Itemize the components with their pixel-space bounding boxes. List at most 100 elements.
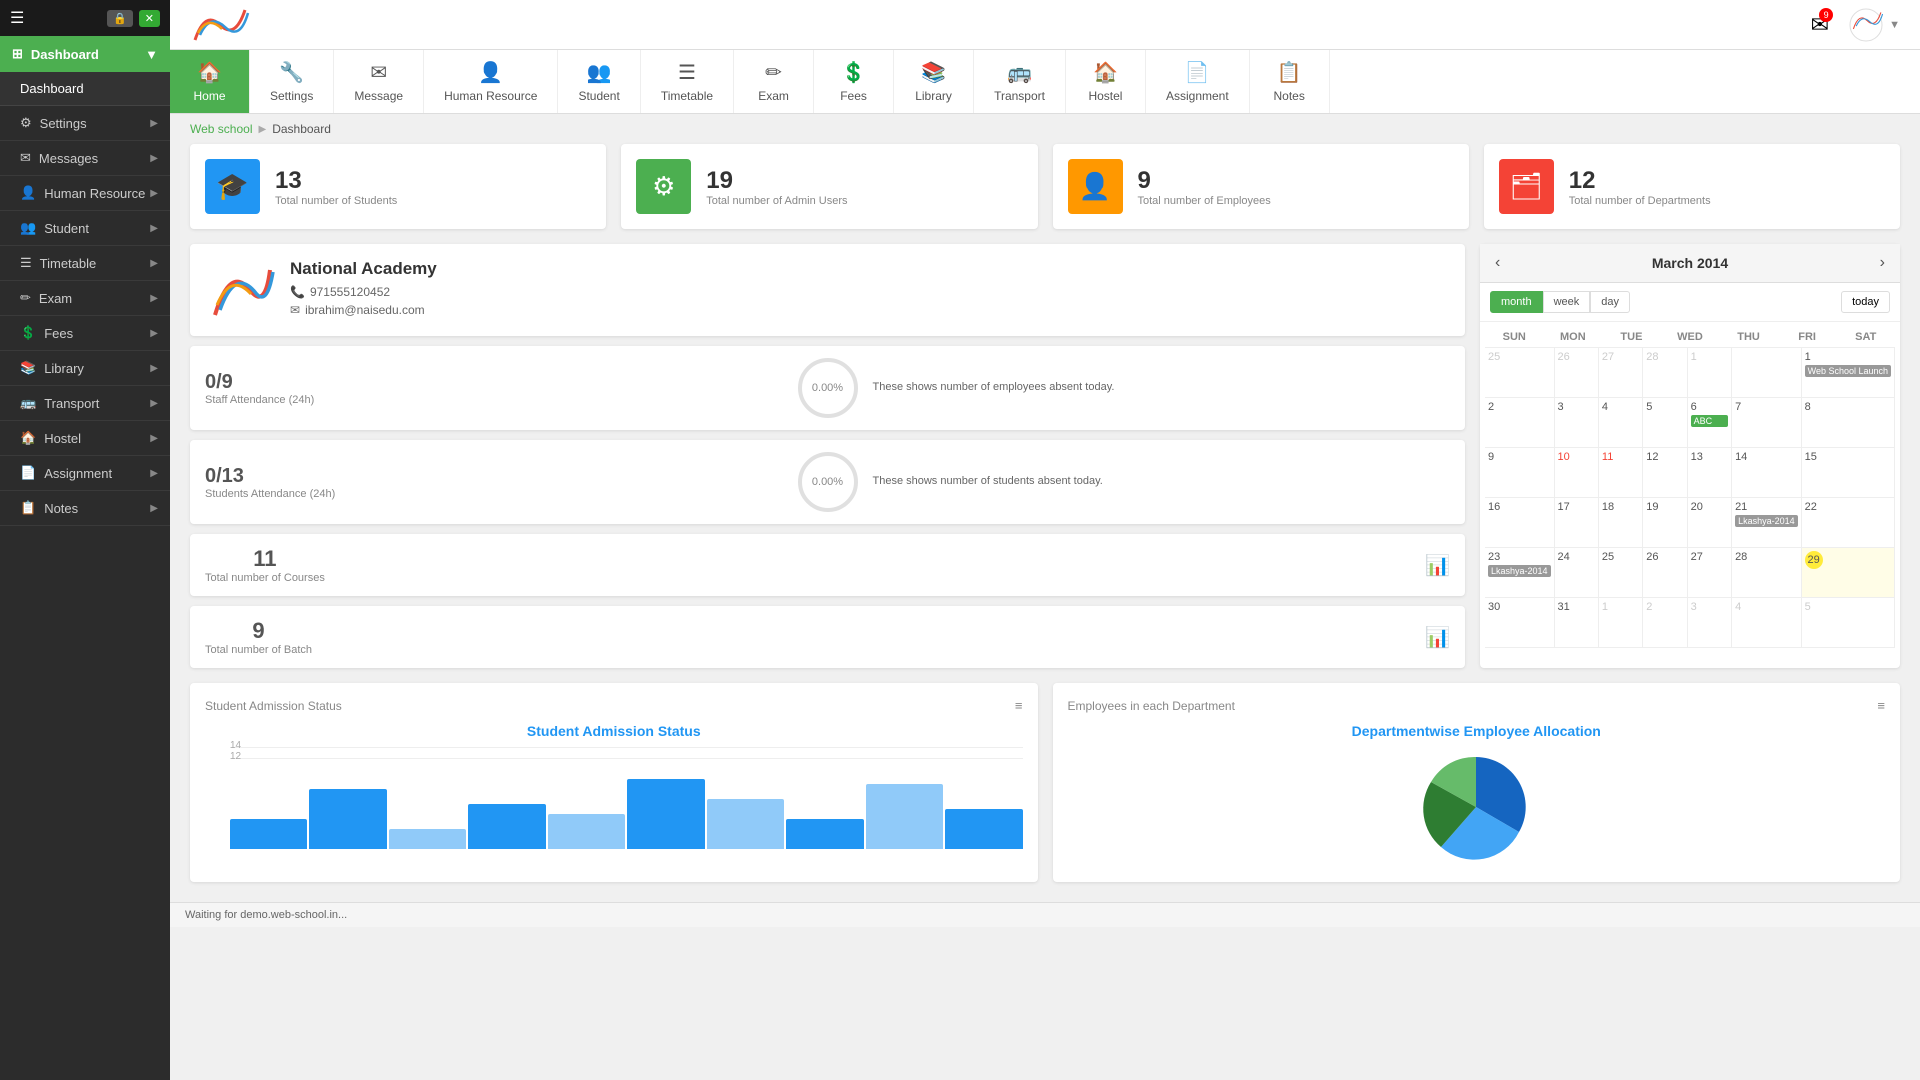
cal-day-mar1-1[interactable]: 1 [1688, 348, 1732, 398]
admission-menu-icon[interactable]: ≡ [1015, 698, 1023, 713]
sidebar-dashboard-section[interactable]: ⊞ Dashboard ▼ [0, 36, 170, 72]
cal-day-mar3[interactable]: 3 [1555, 398, 1599, 448]
cal-day-mar15[interactable]: 15 [1802, 448, 1895, 498]
sidebar-item-library[interactable]: 📚 Library ▶ [0, 351, 170, 386]
cal-day-mar8[interactable]: 8 [1802, 398, 1895, 448]
admin-icon-box: ⚙ [636, 159, 691, 214]
cal-day-mar28[interactable]: 28 [1732, 548, 1802, 598]
sidebar-item-assignment[interactable]: 📄 Assignment ▶ [0, 456, 170, 491]
notes-arrow: ▶ [150, 503, 158, 514]
sidebar-item-settings[interactable]: ⚙ Settings ▶ [0, 106, 170, 141]
cal-day-mar22[interactable]: 22 [1802, 498, 1895, 548]
batch-chart-icon[interactable]: 📊 [1425, 625, 1450, 650]
sidebar-exam-label: Exam [39, 291, 72, 306]
lock-icon[interactable]: 🔒 [107, 10, 133, 27]
sidebar-item-transport[interactable]: 🚌 Transport ▶ [0, 386, 170, 421]
breadcrumb-root[interactable]: Web school [190, 122, 252, 136]
user-avatar[interactable]: ▼ [1849, 8, 1900, 42]
sidebar-item-human-resource[interactable]: 👤 Human Resource ▶ [0, 176, 170, 211]
cal-day-apr3[interactable]: 3 [1688, 598, 1732, 648]
logo [190, 5, 250, 45]
cal-day-apr1[interactable]: 1 [1599, 598, 1643, 648]
cal-day-mar5[interactable]: 5 [1643, 398, 1687, 448]
tab-home[interactable]: 🏠 Home [170, 50, 250, 113]
tab-library[interactable]: 📚 Library [894, 50, 974, 113]
day-header-sat: SAT [1836, 331, 1895, 343]
hamburger-icon[interactable]: ☰ [10, 8, 24, 28]
sidebar-item-student[interactable]: 👥 Student ▶ [0, 211, 170, 246]
tab-settings[interactable]: 🔧 Settings [250, 50, 334, 113]
sidebar-item-notes[interactable]: 📋 Notes ▶ [0, 491, 170, 526]
cal-day-apr4[interactable]: 4 [1732, 598, 1802, 648]
cal-day-mar21[interactable]: 21Lkashya-2014 [1732, 498, 1802, 548]
close-icon[interactable]: ✕ [139, 10, 160, 27]
cal-month-button[interactable]: month [1490, 291, 1543, 313]
cal-day-mar16[interactable]: 16 [1485, 498, 1555, 548]
cal-day-empty1[interactable] [1732, 348, 1802, 398]
cal-day-mar20[interactable]: 20 [1688, 498, 1732, 548]
cal-today-button[interactable]: today [1841, 291, 1890, 313]
event-abc: ABC [1691, 415, 1728, 427]
tab-student[interactable]: 👥 Student [558, 50, 640, 113]
tab-transport[interactable]: 🚌 Transport [974, 50, 1066, 113]
fees-arrow: ▶ [150, 328, 158, 339]
cal-day-feb25[interactable]: 25 [1485, 348, 1555, 398]
cal-day-mar24[interactable]: 24 [1555, 548, 1599, 598]
cal-day-mar4[interactable]: 4 [1599, 398, 1643, 448]
cal-week-button[interactable]: week [1543, 291, 1591, 313]
cal-day-mar14[interactable]: 14 [1732, 448, 1802, 498]
cal-day-button[interactable]: day [1590, 291, 1630, 313]
tab-assignment[interactable]: 📄 Assignment [1146, 50, 1250, 113]
tab-human-resource[interactable]: 👤 Human Resource [424, 50, 558, 113]
settings-tab-icon: 🔧 [279, 60, 304, 85]
tab-notes[interactable]: 📋 Notes [1250, 50, 1330, 113]
employees-count: 9 [1138, 167, 1271, 195]
sidebar-item-messages[interactable]: ✉ Messages ▶ [0, 141, 170, 176]
notes-icon: 📋 [20, 500, 36, 516]
cal-next-button[interactable]: › [1880, 254, 1885, 272]
cal-day-mar7[interactable]: 7 [1732, 398, 1802, 448]
cal-day-mar26[interactable]: 26 [1643, 548, 1687, 598]
sidebar-hostel-label: Hostel [44, 431, 81, 446]
cal-prev-button[interactable]: ‹ [1495, 254, 1500, 272]
cal-day-apr2[interactable]: 2 [1643, 598, 1687, 648]
cal-day-mar30[interactable]: 30 [1485, 598, 1555, 648]
tab-exam[interactable]: ✏ Exam [734, 50, 814, 113]
cal-day-mar27[interactable]: 27 [1688, 548, 1732, 598]
tab-fees[interactable]: 💲 Fees [814, 50, 894, 113]
tab-timetable[interactable]: ☰ Timetable [641, 50, 734, 113]
cal-day-mar29[interactable]: 29 [1802, 548, 1895, 598]
sidebar-item-dashboard-active[interactable]: Dashboard [0, 72, 170, 106]
sidebar-item-exam[interactable]: ✏ Exam ▶ [0, 281, 170, 316]
cal-day-mar19[interactable]: 19 [1643, 498, 1687, 548]
tab-message[interactable]: ✉ Message [334, 50, 424, 113]
cal-day-mar31[interactable]: 31 [1555, 598, 1599, 648]
cal-day-apr5[interactable]: 5 [1802, 598, 1895, 648]
cal-day-mar10[interactable]: 10 [1555, 448, 1599, 498]
day-header-thu: THU [1719, 331, 1778, 343]
notification-icon[interactable]: ✉ 9 [1811, 12, 1829, 38]
cal-day-mar17[interactable]: 17 [1555, 498, 1599, 548]
sidebar-item-timetable[interactable]: ☰ Timetable ▶ [0, 246, 170, 281]
tab-hostel[interactable]: 🏠 Hostel [1066, 50, 1146, 113]
calendar-panel: ‹ March 2014 › month week day today SUN … [1480, 244, 1900, 668]
cal-day-mar25[interactable]: 25 [1599, 548, 1643, 598]
cal-day-mar13[interactable]: 13 [1688, 448, 1732, 498]
cal-day-mar2[interactable]: 2 [1485, 398, 1555, 448]
cal-day-mar12[interactable]: 12 [1643, 448, 1687, 498]
dept-menu-icon[interactable]: ≡ [1877, 698, 1885, 713]
cal-day-feb26[interactable]: 26 [1555, 348, 1599, 398]
cal-day-feb27[interactable]: 27 [1599, 348, 1643, 398]
sidebar-hr-label: Human Resource [44, 186, 145, 201]
sidebar-item-fees[interactable]: 💲 Fees ▶ [0, 316, 170, 351]
courses-chart-icon[interactable]: 📊 [1425, 553, 1450, 578]
cal-day-mar1-2[interactable]: 1Web School Launch [1802, 348, 1895, 398]
assignment-arrow: ▶ [150, 468, 158, 479]
cal-day-mar11[interactable]: 11 [1599, 448, 1643, 498]
cal-day-mar18[interactable]: 18 [1599, 498, 1643, 548]
cal-day-mar6[interactable]: 6ABC [1688, 398, 1732, 448]
cal-day-mar9[interactable]: 9 [1485, 448, 1555, 498]
cal-day-mar23[interactable]: 23Lkashya-2014 [1485, 548, 1555, 598]
cal-day-feb28[interactable]: 28 [1643, 348, 1687, 398]
sidebar-item-hostel[interactable]: 🏠 Hostel ▶ [0, 421, 170, 456]
